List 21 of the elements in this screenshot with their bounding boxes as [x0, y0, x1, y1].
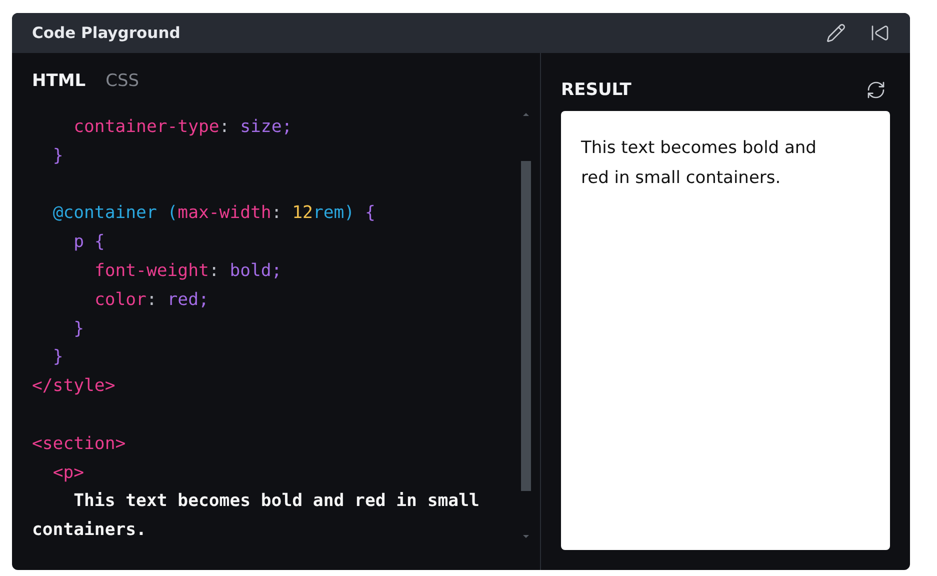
code-line: p { [72, 231, 106, 254]
editor-tab[interactable]: CSS [106, 69, 140, 93]
code-line: container-type: size; [72, 116, 294, 139]
preview-text: This text becomes bold and red in small containers. [581, 137, 818, 190]
scrollbar-drawing[interactable] [520, 111, 532, 541]
code-line: This text becomes bold and red in small containers. [32, 490, 480, 542]
code-line: } [52, 144, 64, 168]
code-line: font-weight: bold; [93, 260, 283, 283]
result-title: RESULT [561, 80, 632, 100]
code-line: <p> [52, 462, 86, 485]
window-title: Code Playground [32, 24, 180, 42]
editor-tab[interactable]: HTML [32, 69, 86, 93]
collapse-button[interactable] [870, 23, 890, 43]
code-line: </style> [32, 375, 116, 398]
refresh-button[interactable] [866, 80, 886, 100]
code-line: } [52, 346, 64, 370]
code-line: color: red; [93, 288, 210, 312]
code-line: } [72, 318, 86, 341]
code-line: <section> [32, 432, 127, 456]
code-line: @container (max-width: 12 rem) { [52, 202, 376, 226]
edit-button[interactable] [826, 23, 846, 43]
